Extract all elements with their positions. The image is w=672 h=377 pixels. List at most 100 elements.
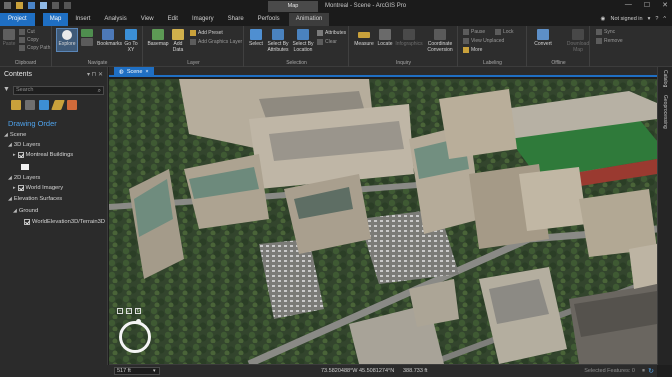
minimize-ribbon-button[interactable]: ^ xyxy=(663,16,666,22)
add-graphics-layer-button[interactable]: Add Graphics Layer xyxy=(190,39,242,45)
basemap-button[interactable]: Basemap xyxy=(147,29,169,47)
tree-3d-layers[interactable]: ◢ 3D Layers xyxy=(8,142,40,148)
close-button[interactable]: ✕ xyxy=(662,1,668,9)
help-button[interactable]: ? xyxy=(655,16,658,22)
goto-xy-button[interactable]: Go To XY xyxy=(122,29,140,53)
pause-drawing-icon[interactable]: ⏸ xyxy=(642,368,645,375)
maximize-button[interactable]: ☐ xyxy=(644,1,650,9)
catalog-pane-tab[interactable]: Catalog xyxy=(662,70,668,87)
select-by-attributes-button[interactable]: Select By Attributes xyxy=(266,29,290,53)
lock-labels-button[interactable]: Lock xyxy=(495,29,514,35)
bookmarks-button[interactable]: Bookmarks xyxy=(97,29,122,47)
clear-selection-button[interactable]: Clear xyxy=(317,39,337,45)
nav-tools-grid[interactable] xyxy=(80,29,94,47)
collapse-icon[interactable]: ◢ xyxy=(8,142,12,148)
list-by-editing-icon[interactable] xyxy=(51,100,65,110)
tab-imagery[interactable]: Imagery xyxy=(185,13,221,26)
explore-button[interactable]: Explore xyxy=(56,28,78,52)
building xyxy=(519,167,587,231)
navigator-control[interactable] xyxy=(119,319,151,353)
layer-visibility-checkbox[interactable] xyxy=(17,185,24,191)
tree-world-imagery[interactable]: ▸ World Imagery xyxy=(13,185,63,191)
tree-ground[interactable]: ◢ Ground xyxy=(13,208,38,214)
heading-icon[interactable]: ↻ xyxy=(135,308,141,314)
select-by-location-button[interactable]: Select By Location xyxy=(291,29,315,53)
search-icon[interactable]: ⌕ xyxy=(98,88,101,95)
selected-features-count[interactable]: Selected Features: 0 xyxy=(584,368,635,374)
more-labeling-button[interactable]: More xyxy=(463,47,482,53)
layer-visibility-checkbox[interactable] xyxy=(17,152,24,158)
tab-perfools[interactable]: Perfools xyxy=(251,13,287,26)
coordinate-conversion-button[interactable]: Coordinate Conversion xyxy=(424,29,456,53)
tree-elevation-surfaces[interactable]: ◢ Elevation Surfaces xyxy=(8,196,62,202)
save-icon[interactable] xyxy=(28,2,35,9)
tab-insert[interactable]: Insert xyxy=(68,13,97,26)
list-by-selection-icon[interactable] xyxy=(39,100,49,110)
notification-icon[interactable]: ◉ xyxy=(601,16,606,22)
open-project-icon[interactable] xyxy=(16,2,23,9)
tab-map[interactable]: Map xyxy=(42,13,69,26)
collapse-icon[interactable]: ◢ xyxy=(8,175,12,181)
download-map-button[interactable]: Download Map xyxy=(563,29,593,53)
collapse-icon[interactable]: ◢ xyxy=(8,196,12,202)
tree-terrain[interactable]: WorldElevation3D/Terrain3D xyxy=(24,219,105,225)
tab-edit[interactable]: Edit xyxy=(161,13,185,26)
layer-visibility-checkbox[interactable] xyxy=(24,219,30,225)
user-dropdown-icon[interactable]: ▾ xyxy=(648,16,651,22)
list-by-labeling-icon[interactable] xyxy=(67,100,77,110)
tab-project[interactable]: Project xyxy=(0,13,35,26)
locate-button[interactable]: Locate xyxy=(377,29,393,47)
full-extent-icon[interactable]: ⤢ xyxy=(126,308,132,314)
scale-dropdown-icon[interactable]: ▾ xyxy=(153,368,156,374)
collapse-icon[interactable]: ◢ xyxy=(4,132,8,138)
select-button[interactable]: Select xyxy=(248,29,264,47)
list-by-source-icon[interactable] xyxy=(25,100,35,110)
add-data-button[interactable]: Add Data xyxy=(170,29,186,53)
collapse-icon[interactable]: ◢ xyxy=(13,208,17,214)
undo-icon[interactable] xyxy=(40,2,47,9)
remove-button[interactable]: Remove xyxy=(596,38,623,44)
map-status-bar: 517 ft ▾ 73.5820488°W 45.5081274°N 388.7… xyxy=(109,364,657,377)
refresh-icon[interactable]: ↻ xyxy=(648,367,654,375)
add-preset-button[interactable]: Add Preset xyxy=(190,30,223,36)
expand-icon[interactable]: ▸ xyxy=(13,152,16,158)
coords-readout: 73.5820488°W 45.5081274°N xyxy=(321,368,395,374)
attributes-button[interactable]: Attributes xyxy=(317,30,346,36)
copy-button[interactable]: Copy xyxy=(19,37,39,43)
tree-2d-layers[interactable]: ◢ 2D Layers xyxy=(8,175,40,181)
cut-button[interactable]: Cut xyxy=(19,29,35,35)
close-tab-icon[interactable]: × xyxy=(145,67,148,77)
contents-search-input[interactable]: Search ⌕ xyxy=(13,86,104,95)
tab-scene-view[interactable]: ◍ Scene × xyxy=(114,67,154,77)
paste-button[interactable]: Paste xyxy=(2,29,16,47)
scene-view[interactable]: + ⤢ ↻ xyxy=(109,79,657,364)
geoprocessing-pane-tab[interactable]: Geoprocessing xyxy=(662,95,668,129)
new-project-icon[interactable] xyxy=(4,2,11,9)
contents-pane-controls[interactable]: ▾ ⊓ ✕ xyxy=(87,71,103,78)
tree-scene[interactable]: ◢ Scene xyxy=(4,132,26,138)
minimize-button[interactable]: — xyxy=(625,1,632,9)
customize-qat-icon[interactable] xyxy=(64,2,71,9)
tab-view[interactable]: View xyxy=(134,13,161,26)
infographics-button[interactable]: Infographics xyxy=(395,29,423,47)
view-unplaced-button[interactable]: View Unplaced xyxy=(463,38,504,44)
copy-path-button[interactable]: Copy Path xyxy=(19,45,50,51)
scene-label: Scene xyxy=(9,132,27,138)
measure-button[interactable]: Measure xyxy=(353,29,375,47)
expand-icon[interactable]: ▸ xyxy=(13,185,16,191)
sync-button[interactable]: Sync xyxy=(596,29,615,35)
tab-animation[interactable]: Animation xyxy=(288,13,330,26)
filter-icon[interactable]: ▼ xyxy=(3,86,10,93)
user-status[interactable]: Not signed in xyxy=(610,16,642,22)
zoom-in-icon[interactable]: + xyxy=(117,308,123,314)
redo-icon[interactable] xyxy=(52,2,59,9)
add-data-label: Add Data xyxy=(172,41,184,53)
scale-value: 517 ft xyxy=(117,368,131,374)
scene-rendering[interactable] xyxy=(109,79,657,364)
attributes-label: Attributes xyxy=(325,30,347,36)
tree-montreal-buildings[interactable]: ▸ Montreal Buildings xyxy=(13,152,73,158)
list-by-drawing-order-icon[interactable] xyxy=(11,100,21,110)
tab-share[interactable]: Share xyxy=(221,13,251,26)
tab-analysis[interactable]: Analysis xyxy=(97,13,133,26)
pause-labels-button[interactable]: Pause xyxy=(463,29,485,35)
